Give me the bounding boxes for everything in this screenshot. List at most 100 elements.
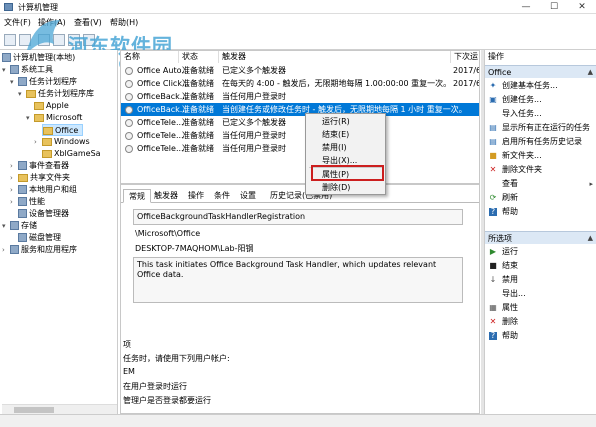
action-help[interactable]: ? 帮助 [485,206,596,218]
action-run[interactable]: ▶ 运行 [485,246,596,258]
task-description-field[interactable]: This task initiates Office Background Ta… [133,257,463,303]
task-location: \Microsoft\Office [135,229,201,238]
tab-triggers[interactable]: 触发器 [149,189,183,203]
column-header-name[interactable]: 名称 [121,51,179,63]
context-menu-end[interactable]: 结束(E) [306,129,387,141]
action-help-selected[interactable]: ? 帮助 [485,330,596,342]
task-detail-panel: 常规 触发器 操作 条件 设置 历史记录(已禁用) OfficeBackgrou… [120,184,480,414]
table-row[interactable]: Office Auto... 准备就绪 已定义多个触发器 2017/6 [121,64,479,77]
context-menu-disable[interactable]: 禁用(I) [306,142,387,154]
tree-item-services-apps[interactable]: › 服务和应用程序 [2,244,77,256]
create-basic-task-icon: ✦ [489,81,497,90]
action-delete-folder[interactable]: ✕ 删除文件夹 [485,164,596,176]
table-row-selected[interactable]: OfficeBack... 准备就绪 当创建任务或修改任务时 - 触发后，无限期地每… [121,103,479,116]
tree-item-microsoft[interactable]: ▾ Microsoft [26,112,82,124]
running-tasks-icon: ▤ [489,123,497,132]
action-enable-history[interactable]: ▤ 启用所有任务历史记录 [485,136,596,148]
up-icon[interactable] [38,34,50,46]
forward-icon[interactable] [19,34,31,46]
context-menu: 运行(R) 结束(E) 禁用(I) 导出(X)... 属性(P) 删除(D) [305,113,386,195]
menu-action[interactable]: 操作(A) [38,17,66,28]
column-header-status[interactable]: 状态 [179,51,219,63]
tree-item-disk-management[interactable]: 磁盘管理 [18,232,61,244]
new-folder-icon: ■ [489,151,497,160]
run-icon: ▶ [489,247,497,256]
tree-item-task-library[interactable]: ▾ 任务计划程序库 [18,88,94,100]
tab-general[interactable]: 常规 [123,189,151,203]
back-icon[interactable] [4,34,16,46]
context-menu-delete[interactable]: 删除(D) [306,182,387,194]
tree-item-office[interactable]: Office [42,124,84,136]
scrollbar-thumb[interactable] [14,407,54,413]
tree-item-system-tools[interactable]: ▾ 系统工具 [2,64,53,76]
action-show-running[interactable]: ▤ 显示所有正在运行的任务 [485,122,596,134]
run-whether-logged-on-option[interactable]: 管理户是否登录都要运行 [123,395,211,406]
folder-icon [34,113,44,122]
action-refresh[interactable]: ⟳ 刷新 [485,192,596,204]
maximize-button[interactable]: ☐ [540,0,568,14]
disk-icon [18,233,27,242]
run-as-label: 任务时，请使用下列用户帐户: [123,354,230,363]
tree-item-storage[interactable]: ▾ 存储 [2,220,37,232]
table-row[interactable]: OfficeBack... 准备就绪 当任何用户登录时 [121,90,479,103]
disable-icon: ↓ [489,275,497,284]
clock-icon [18,77,27,86]
tree-item-event-viewer[interactable]: › 事件查看器 [10,160,69,172]
table-row[interactable]: Office Click... 准备就绪 在每天的 4:00 - 触发后，无限期地每… [121,77,479,90]
tree-item-performance[interactable]: › 性能 [10,196,45,208]
navigation-tree: 计算机管理(本地) ▾ 系统工具 ▾ 任务计划程序 ▾ 任务计划程序库 Apple ▾… [0,50,118,414]
properties-icon[interactable] [68,34,80,46]
tab-conditions[interactable]: 条件 [209,189,235,203]
run-when-logged-on-option[interactable]: 在用户登录时运行 [123,381,187,392]
action-properties[interactable]: ▦ 属性 [485,302,596,314]
help-icon[interactable] [83,34,95,46]
app-icon [4,3,13,11]
tree-item-shared-folders[interactable]: › 共享文件夹 [10,172,70,184]
history-icon: ▤ [489,137,497,146]
users-icon [18,185,27,194]
table-row[interactable]: OfficeTele... 准备就绪 当任何用户登录时 [121,142,479,155]
actions-section-office[interactable]: Office ▲ [485,65,596,78]
table-row[interactable]: OfficeTele... 准备就绪 已定义多个触发器 [121,116,479,129]
task-icon [125,132,133,140]
tab-actions[interactable]: 操作 [183,189,209,203]
refresh-icon: ⟳ [489,193,497,202]
action-new-folder[interactable]: ■ 新文件夹... [485,150,596,162]
show-hide-tree-icon[interactable] [53,34,65,46]
close-button[interactable]: ✕ [568,0,596,14]
tree-item-task-scheduler[interactable]: ▾ 任务计划程序 [10,76,77,88]
tab-settings[interactable]: 设置 [235,189,261,203]
computer-icon [2,53,11,62]
action-end[interactable]: ■ 结束 [485,260,596,272]
action-disable[interactable]: ↓ 禁用 [485,274,596,286]
tree-item-windows[interactable]: › Windows [34,136,90,148]
table-row[interactable]: OfficeTele... 准备就绪 当任何用户登录时 [121,129,479,142]
context-menu-run[interactable]: 运行(R) [306,116,387,128]
create-task-icon: ▣ [489,95,497,104]
detail-tabs: 常规 触发器 操作 条件 设置 历史记录(已禁用) [121,189,479,203]
column-header-trigger[interactable]: 触发器 [219,51,451,63]
tree-item-apple[interactable]: Apple [34,100,69,112]
tree-item-xblgamesave[interactable]: XblGameSa [42,148,101,160]
tree-item-local-users[interactable]: › 本地用户和组 [10,184,77,196]
event-viewer-icon [18,161,27,170]
action-create-task[interactable]: ▣ 创建任务... [485,94,596,106]
menu-file[interactable]: 文件(F) [4,17,31,28]
tree-item-device-manager[interactable]: 设备管理器 [18,208,69,220]
action-export[interactable]: 导出... [485,288,596,300]
task-name-field[interactable]: OfficeBackgroundTaskHandlerRegistration [133,209,463,225]
minimize-button[interactable]: — [512,0,540,14]
properties-icon: ▦ [489,303,497,312]
menu-view[interactable]: 查看(V) [74,17,102,28]
actions-section-selected[interactable]: 所选项 ▲ [485,231,596,244]
tree-horizontal-scrollbar[interactable] [2,404,117,414]
tree-root[interactable]: 计算机管理(本地) [2,52,75,64]
folder-icon [42,149,52,158]
menu-help[interactable]: 帮助(H) [110,17,138,28]
action-delete[interactable]: ✕ 删除 [485,316,596,328]
folder-icon [43,126,53,135]
column-header-next-run[interactable]: 下次运 [451,51,479,63]
action-import-task[interactable]: 导入任务... [485,108,596,120]
action-view[interactable]: 查看 ▸ [485,178,596,190]
action-create-basic-task[interactable]: ✦ 创建基本任务... [485,80,596,92]
